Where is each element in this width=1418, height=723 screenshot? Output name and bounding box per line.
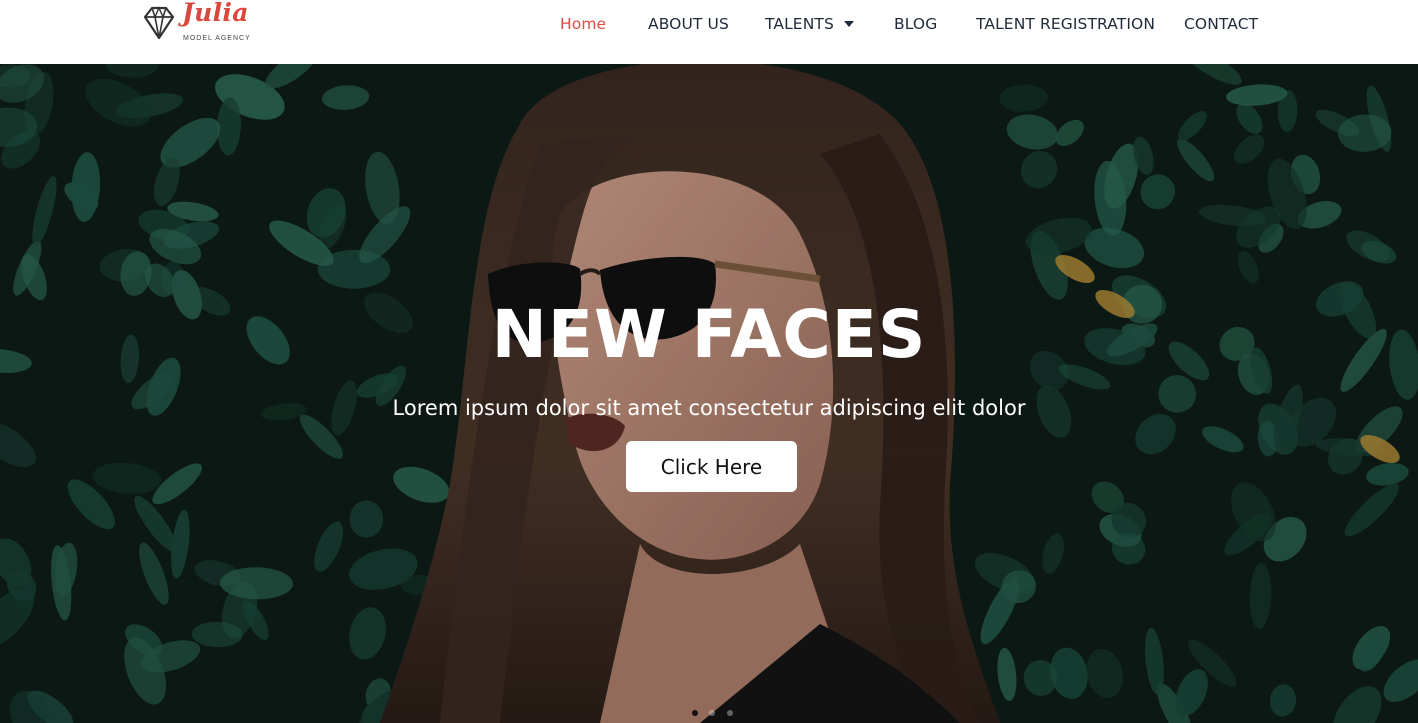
nav-home[interactable]: Home bbox=[560, 15, 606, 33]
slider-pagination bbox=[690, 710, 740, 718]
site-header: Julia MODEL AGENCY Home ABOUT US TALENTS… bbox=[0, 0, 1418, 64]
hero-slider: NEW FACES Lorem ipsum dolor sit amet con… bbox=[0, 64, 1418, 723]
nav-talents[interactable]: TALENTS bbox=[765, 15, 854, 33]
caret-down-icon bbox=[843, 21, 854, 27]
hero-subtitle: Lorem ipsum dolor sit amet consectetur a… bbox=[392, 396, 1026, 420]
click-here-button[interactable]: Click Here bbox=[626, 441, 797, 492]
slide-dot[interactable] bbox=[709, 710, 715, 716]
slide-dot[interactable] bbox=[727, 710, 733, 716]
nav-talent-registration[interactable]: TALENT REGISTRATION bbox=[976, 15, 1155, 33]
nav-contact[interactable]: CONTACT bbox=[1184, 15, 1258, 33]
hero-overlay bbox=[0, 64, 1418, 723]
main-nav: Home ABOUT US TALENTS BLOG TALENT REGIST… bbox=[0, 0, 1418, 50]
nav-blog[interactable]: BLOG bbox=[894, 15, 937, 33]
nav-about-us[interactable]: ABOUT US bbox=[648, 15, 729, 33]
nav-talents-label: TALENTS bbox=[765, 15, 834, 33]
slide-dot[interactable] bbox=[692, 710, 698, 716]
hero-title: NEW FACES bbox=[491, 296, 927, 373]
